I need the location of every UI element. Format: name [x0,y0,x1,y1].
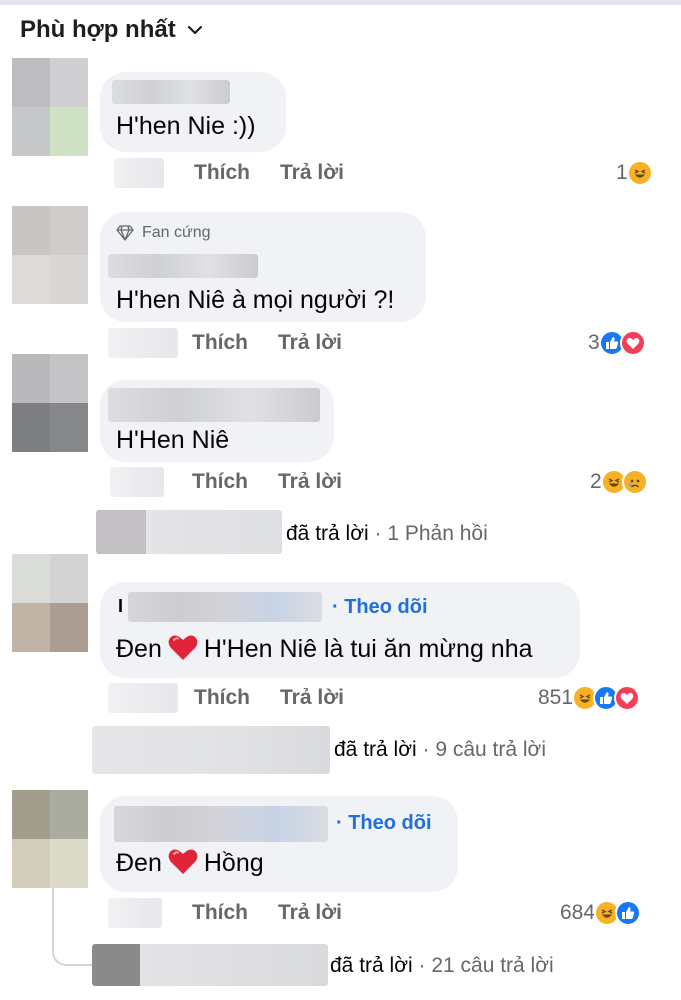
follow-link[interactable]: · Theo dõi [336,812,432,835]
like-button[interactable]: Thích [192,901,248,925]
comment-text: H'hen Niê à mọi người ?! [116,286,395,314]
reaction-summary[interactable]: 2 [590,467,648,497]
sort-label: Phù hợp nhất [20,16,176,43]
avatar[interactable] [12,58,88,156]
reply-button[interactable]: Trả lời [278,331,342,355]
reaction-count: 2 [590,470,602,493]
reply-count: 1 Phản hồi [387,522,488,545]
timestamp[interactable] [108,898,162,928]
comment-text: H'Hen Niê [116,426,230,454]
reaction-summary[interactable]: 684 [560,898,642,928]
reply-avatars[interactable] [92,944,328,986]
red-heart-icon [168,849,198,874]
comment-actions: Thích Trả lời [114,158,344,188]
like-button[interactable]: Thích [194,686,250,710]
timestamp[interactable] [114,158,164,188]
commenter-name[interactable] [128,592,322,622]
text-before: Đen [116,635,162,663]
love-reaction-icon [619,330,646,356]
comment-bubble: H'hen Nie :)) [100,72,286,152]
reply-button[interactable]: Trả lời [278,470,342,494]
red-heart-icon [168,635,198,660]
like-reaction-icon [615,900,642,926]
timestamp[interactable] [108,328,178,358]
view-replies-link[interactable]: đã trả lời · 9 câu trả lời [334,738,546,762]
comment-bubble: Fan cứng H'hen Niê à mọi người ?! [100,212,426,322]
like-button[interactable]: Thích [192,331,248,355]
replied-verb: đã trả lời [334,738,417,761]
sort-dropdown[interactable]: Phù hợp nhất [20,16,204,44]
reply-button[interactable]: Trả lời [280,161,344,185]
view-replies-link[interactable]: đã trả lời · 21 câu trả lời [330,954,554,978]
reply-count: 9 câu trả lời [435,738,546,761]
comment-bubble: · Theo dõi Đen Hồng [100,796,458,892]
thread-connector [52,888,92,966]
love-reaction-icon [614,685,641,711]
separator: · [422,738,430,761]
comment-actions: Thích Trả lời [108,683,344,713]
diamond-icon [116,225,134,241]
timestamp[interactable] [108,683,178,713]
comment-text: H'hen Nie :)) [116,112,256,140]
like-button[interactable]: Thích [192,470,248,494]
haha-reaction-icon [626,160,653,186]
commenter-name[interactable] [108,254,258,278]
reply-button[interactable]: Trả lời [278,901,342,925]
like-button[interactable]: Thích [194,161,250,185]
comment-actions: Thích Trả lời [108,328,342,358]
commenter-initial[interactable]: I [118,596,123,617]
sad-reaction-icon [621,469,648,495]
replied-verb: đã trả lời [286,522,369,545]
reply-avatars[interactable] [96,510,282,554]
avatar[interactable] [12,206,88,304]
comment-actions: Thích Trả lời [110,467,342,497]
avatar[interactable] [12,790,88,888]
badge-label: Fan cứng [142,224,211,241]
avatar[interactable] [12,354,88,452]
reply-count: 21 câu trả lời [431,954,554,977]
reaction-summary[interactable]: 3 [588,328,646,358]
top-divider [0,0,681,5]
reply-button[interactable]: Trả lời [280,686,344,710]
separator: · [374,522,382,545]
reaction-count: 1 [616,161,628,184]
text-after: H'Hen Niê là tui ăn mừng nha [203,635,533,663]
text-before: Đen [116,849,162,877]
comment-text: Đen H'Hen Niê là tui ăn mừng nha [116,634,533,664]
follow-link[interactable]: · Theo dõi [332,596,428,619]
chevron-down-icon [187,25,202,35]
comment-actions: Thích Trả lời [108,898,342,928]
reaction-count: 851 [538,686,574,709]
replied-verb: đã trả lời [330,954,413,977]
reaction-summary[interactable]: 1 [616,158,653,188]
text-after: Hồng [203,849,264,877]
view-replies-link[interactable]: đã trả lời · 1 Phản hồi [286,522,488,546]
separator: · [418,954,426,977]
commenter-name[interactable] [114,806,328,842]
timestamp[interactable] [110,467,164,497]
reply-avatars[interactable] [92,726,330,774]
reaction-count: 684 [560,901,596,924]
comment-text: Đen Hồng [116,848,264,878]
comment-bubble: I · Theo dõi Đen H'Hen Niê là tui ăn mừng… [100,582,580,678]
fan-badge: Fan cứng [116,224,211,242]
commenter-name[interactable] [112,80,230,104]
reaction-count: 3 [588,331,600,354]
commenter-name[interactable] [108,388,320,422]
reaction-summary[interactable]: 851 [538,683,641,713]
avatar[interactable] [12,554,88,652]
comment-bubble: H'Hen Niê [100,380,334,462]
